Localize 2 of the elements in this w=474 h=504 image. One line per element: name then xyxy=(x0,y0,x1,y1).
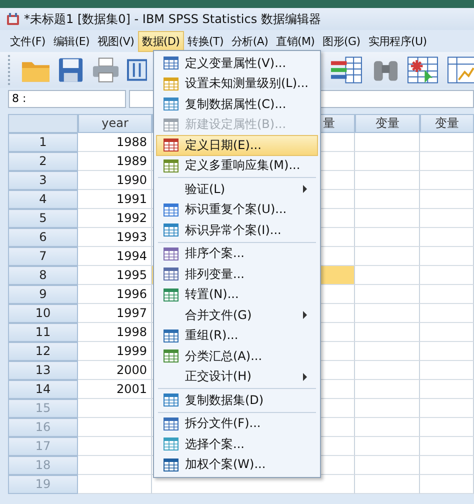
cell-reference: 8 : xyxy=(8,90,126,108)
window-title: *未标题1 [数据集0] - IBM SPSS Statistics 数据编辑器 xyxy=(24,10,321,28)
